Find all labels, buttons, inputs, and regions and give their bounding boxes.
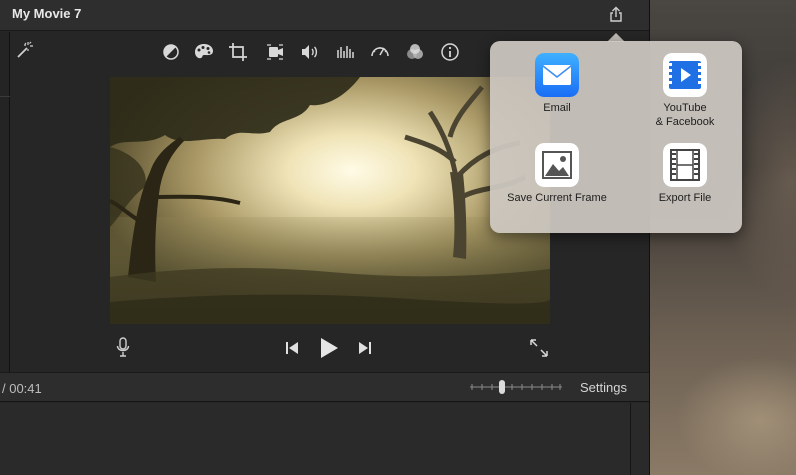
share-export-file-label: Export File — [658, 192, 712, 204]
share-icon[interactable] — [606, 5, 626, 25]
info-icon[interactable] — [439, 42, 461, 62]
equalizer-icon[interactable] — [334, 42, 356, 62]
magic-wand-icon[interactable] — [14, 40, 34, 60]
title-bar: My Movie 7 — [0, 0, 649, 31]
share-youtube-facebook-label: YouTube & Facebook — [655, 102, 715, 128]
skip-back-icon[interactable] — [284, 340, 300, 356]
fullscreen-icon[interactable] — [529, 338, 549, 358]
timeline-area[interactable] — [0, 403, 649, 475]
crop-icon[interactable] — [228, 42, 250, 62]
share-export-file-button[interactable]: Export File — [625, 143, 745, 205]
video-preview[interactable] — [110, 77, 550, 324]
mail-icon — [535, 53, 579, 97]
clip-filter-icon[interactable] — [404, 42, 426, 62]
microphone-icon[interactable] — [115, 336, 131, 358]
share-email-label: Email — [543, 102, 571, 114]
share-popover: Email YouTube & Facebook Save Current Fr… — [490, 41, 742, 233]
film-icon — [663, 143, 707, 187]
skip-forward-icon[interactable] — [357, 340, 373, 356]
settings-button[interactable]: Settings — [580, 380, 627, 395]
window-title: My Movie 7 — [12, 6, 82, 21]
image-frame-icon — [535, 143, 579, 187]
speed-icon[interactable] — [369, 42, 391, 62]
timeline-zoom-slider[interactable] — [470, 378, 562, 396]
youtube-facebook-icon — [663, 53, 707, 97]
share-email-button[interactable]: Email — [497, 53, 617, 115]
browser-edge — [0, 32, 10, 372]
color-correction-icon[interactable] — [193, 42, 215, 62]
share-save-frame-label: Save Current Frame — [507, 192, 607, 204]
timecode-display: / 00:41 — [2, 381, 42, 396]
volume-icon[interactable] — [299, 42, 321, 62]
share-youtube-facebook-button[interactable]: YouTube & Facebook — [625, 53, 745, 129]
stabilization-icon[interactable] — [264, 42, 286, 62]
color-balance-icon[interactable] — [160, 42, 182, 62]
timeline-divider — [630, 403, 631, 475]
share-save-frame-button[interactable]: Save Current Frame — [497, 143, 617, 205]
play-icon[interactable] — [318, 336, 340, 360]
